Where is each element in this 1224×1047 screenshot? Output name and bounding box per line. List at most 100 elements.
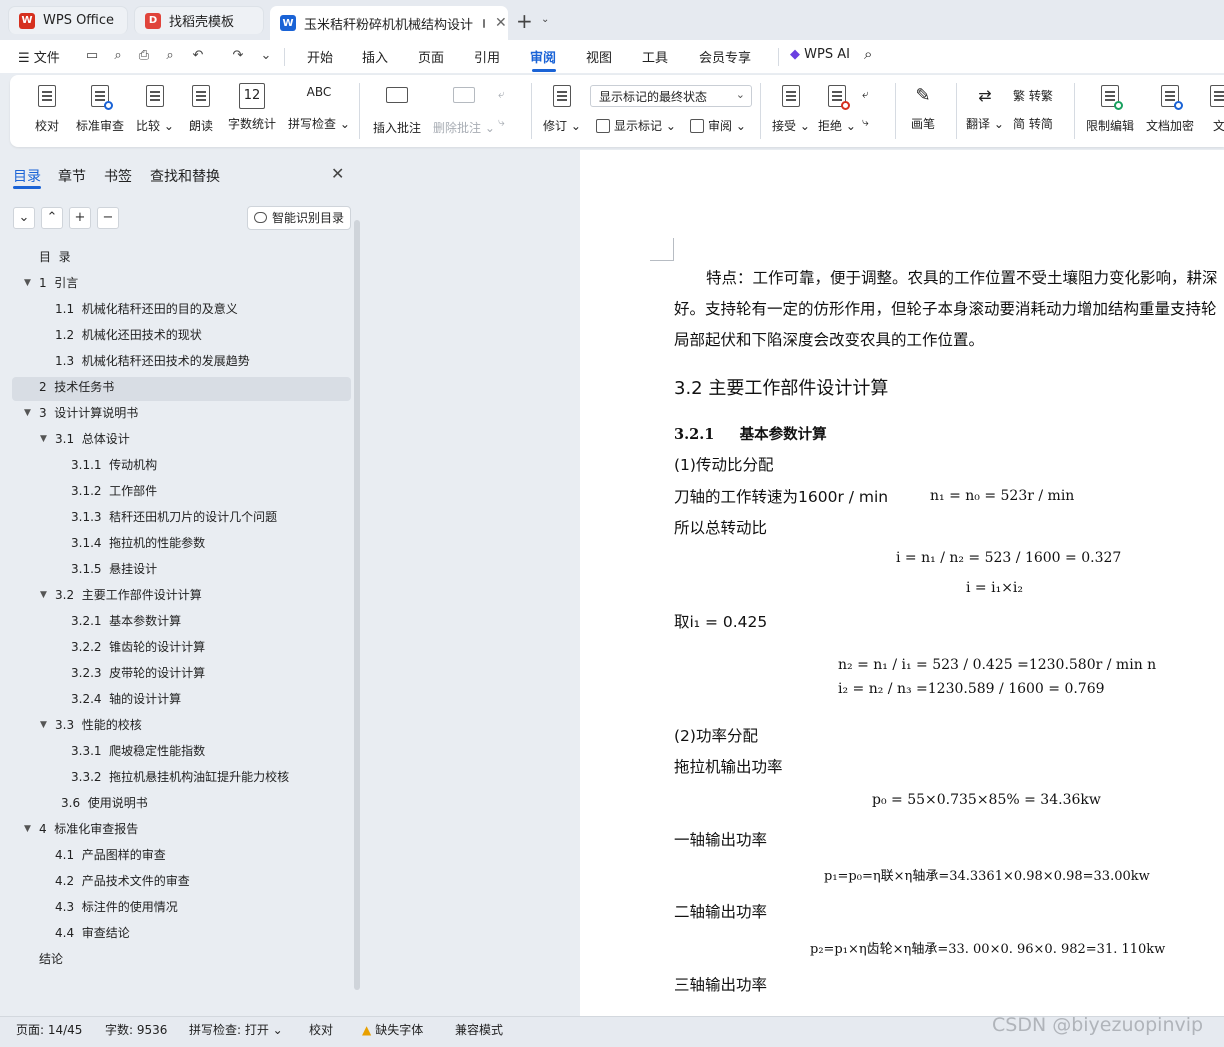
toc-item[interactable]: 3.2.1 基本参数计算 bbox=[71, 609, 181, 633]
undo-icon[interactable]: ↶ bbox=[190, 48, 206, 64]
expand-arrow-icon[interactable]: ▼ bbox=[40, 427, 47, 451]
proof-status[interactable]: 校对 bbox=[309, 1021, 333, 1038]
toc-item[interactable]: 3.3.2 拖拉机悬挂机构油缸提升能力校核 bbox=[71, 765, 289, 789]
insert-comment-button[interactable]: 插入批注 bbox=[373, 83, 421, 136]
menu-item-start[interactable]: 开始 bbox=[307, 47, 333, 66]
spell-check-button[interactable]: ABC 拼写检查 ⌄ bbox=[288, 83, 350, 132]
menu-item-page[interactable]: 页面 bbox=[418, 47, 444, 66]
expand-arrow-icon[interactable]: ▼ bbox=[24, 817, 31, 841]
toc-item[interactable]: ▼ 3.1 总体设计 bbox=[40, 427, 130, 451]
toc-item[interactable]: 3.1.4 拖拉机的性能参数 bbox=[71, 531, 205, 555]
redo-icon[interactable]: ↷ bbox=[230, 48, 246, 64]
close-tab-icon[interactable]: ✕ bbox=[495, 15, 507, 31]
nav-tab-bookmark[interactable]: 书签 bbox=[104, 166, 132, 186]
toc-item[interactable]: 3.3.1 爬坡稳定性能指数 bbox=[71, 739, 205, 763]
nav-tab-find-replace[interactable]: 查找和替换 bbox=[150, 166, 220, 186]
expand-arrow-icon[interactable]: ▼ bbox=[40, 713, 47, 737]
toc-item[interactable]: 1.2 机械化还田技术的现状 bbox=[55, 323, 202, 347]
show-markup-button[interactable]: 显示标记 ⌄ bbox=[596, 117, 676, 134]
toc-item[interactable]: 4.4 审查结论 bbox=[55, 921, 130, 945]
menu-item-insert[interactable]: 插入 bbox=[362, 47, 388, 66]
toc-item[interactable]: 目 录 bbox=[39, 245, 71, 269]
toc-item[interactable]: 3.2.2 锥齿轮的设计计算 bbox=[71, 635, 205, 659]
toc-item[interactable]: ▼ 1 引言 bbox=[24, 271, 78, 295]
word-count-button[interactable]: 12 字数统计 bbox=[228, 83, 276, 132]
smart-toc-button[interactable]: 智能识别目录 bbox=[247, 206, 351, 230]
more-quick-chevron-icon[interactable]: ⌄ bbox=[258, 48, 274, 64]
nav-scrollbar[interactable] bbox=[354, 220, 360, 990]
collapse-down-icon[interactable]: ⌄ bbox=[13, 207, 35, 229]
toc-item[interactable]: ▼ 3.3 性能的校核 bbox=[40, 713, 142, 737]
new-tab-icon[interactable]: + bbox=[516, 9, 533, 33]
toc-item[interactable]: 4.3 标注件的使用情况 bbox=[55, 895, 178, 919]
print-icon[interactable]: ⎙ bbox=[136, 48, 152, 64]
expand-arrow-icon[interactable]: ▼ bbox=[24, 401, 31, 425]
toc-item[interactable]: 1.3 机械化秸秆还田技术的发展趋势 bbox=[55, 349, 250, 373]
proofread-button[interactable]: 校对 bbox=[34, 83, 60, 134]
spell-check-toggle[interactable]: 拼写检查: 打开 ⌄ bbox=[189, 1021, 283, 1038]
prev-change-icon[interactable]: ⤶ bbox=[862, 87, 869, 102]
delete-comment-button[interactable]: 删除批注 ⌄ bbox=[433, 83, 495, 136]
word-count-indicator[interactable]: 字数: 9536 bbox=[105, 1021, 167, 1038]
add-heading-icon[interactable]: + bbox=[69, 207, 91, 229]
standard-review-button[interactable]: 标准审查 bbox=[76, 83, 124, 134]
expand-arrow-icon[interactable]: ▼ bbox=[24, 271, 31, 295]
review-pane-button[interactable]: 审阅 ⌄ bbox=[690, 117, 746, 134]
menu-item-reference[interactable]: 引用 bbox=[474, 47, 500, 66]
tab-document[interactable]: W 玉米秸秆粉碎机机械结构设计 ✕ bbox=[270, 6, 508, 40]
track-changes-button[interactable]: 修订 ⌄ bbox=[543, 83, 581, 134]
reject-button[interactable]: 拒绝 ⌄ bbox=[818, 83, 856, 134]
toc-item[interactable]: 3.1.3 秸秆还田机刀片的设计几个问题 bbox=[71, 505, 277, 529]
menu-item-view[interactable]: 视图 bbox=[586, 47, 612, 66]
toc-item[interactable]: 4.1 产品图样的审查 bbox=[55, 843, 166, 867]
markup-display-select[interactable]: 显示标记的最终状态 ⌄ bbox=[590, 85, 752, 107]
compare-button[interactable]: 比较 ⌄ bbox=[136, 83, 174, 134]
toc-item[interactable]: 3.1.1 传动机构 bbox=[71, 453, 157, 477]
toc-item[interactable]: 1.1 机械化秸秆还田的目的及意义 bbox=[55, 297, 238, 321]
menu-item-member[interactable]: 会员专享 bbox=[699, 47, 751, 66]
toc-item[interactable]: ▼ 4 标准化审查报告 bbox=[24, 817, 138, 841]
restrict-edit-button[interactable]: 限制编辑 bbox=[1086, 83, 1134, 134]
toc-item[interactable]: 2 技术任务书 bbox=[39, 375, 114, 399]
accept-button[interactable]: 接受 ⌄ bbox=[772, 83, 810, 134]
doc-rights-button[interactable]: 文 bbox=[1206, 83, 1224, 134]
tab-wps-office[interactable]: W WPS Office bbox=[8, 6, 128, 34]
prev-comment-icon[interactable]: ⤶ bbox=[498, 87, 505, 102]
to-traditional-button[interactable]: 繁 转繁 bbox=[1013, 87, 1053, 104]
toc-item[interactable]: 结论 bbox=[39, 947, 63, 971]
output-icon[interactable]: ⌕ bbox=[110, 48, 126, 64]
expand-arrow-icon[interactable]: ▼ bbox=[40, 583, 47, 607]
doc-encrypt-button[interactable]: 文档加密 bbox=[1146, 83, 1194, 134]
toc-item[interactable]: 4.2 产品技术文件的审查 bbox=[55, 869, 190, 893]
pen-button[interactable]: ✎ 画笔 bbox=[910, 83, 936, 132]
menu-item-tools[interactable]: 工具 bbox=[642, 47, 668, 66]
tab-docer-template[interactable]: D 找稻壳模板 bbox=[134, 6, 264, 34]
search-icon[interactable]: ⌕ bbox=[864, 45, 872, 63]
menu-file[interactable]: ☰ 文件 bbox=[18, 47, 60, 66]
menu-item-review[interactable]: 审阅 bbox=[530, 47, 556, 66]
toc-item[interactable]: 3.2.3 皮带轮的设计计算 bbox=[71, 661, 205, 685]
toc-item[interactable]: ▼ 3 设计计算说明书 bbox=[24, 401, 138, 425]
translate-button[interactable]: ⇄ 翻译 ⌄ bbox=[966, 83, 1004, 132]
wps-ai-button[interactable]: ◆ WPS AI bbox=[790, 47, 850, 62]
print-preview-icon[interactable]: ⌕ bbox=[162, 48, 178, 64]
next-change-icon[interactable]: ⤷ bbox=[862, 115, 869, 130]
close-icon[interactable]: ✕ bbox=[331, 164, 344, 183]
expand-up-icon[interactable]: ⌃ bbox=[41, 207, 63, 229]
screen-icon[interactable] bbox=[483, 18, 486, 28]
missing-font-status[interactable]: ▲ 缺失字体 bbox=[362, 1021, 423, 1038]
nav-tab-chapter[interactable]: 章节 bbox=[58, 166, 86, 186]
toc-item[interactable]: 3.1.2 工作部件 bbox=[71, 479, 157, 503]
nav-tab-toc[interactable]: 目录 bbox=[13, 166, 41, 186]
document-page[interactable]: 特点：工作可靠，便于调整。农具的工作位置不受土壤阻力变化影响，耕深 好。支持轮有… bbox=[580, 150, 1224, 1016]
next-comment-icon[interactable]: ⤷ bbox=[498, 115, 505, 130]
tab-list-chevron-icon[interactable]: ⌄ bbox=[541, 14, 549, 25]
toc-item[interactable]: 3.2.4 轴的设计计算 bbox=[71, 687, 181, 711]
page-indicator[interactable]: 页面: 14/45 bbox=[16, 1021, 82, 1038]
remove-heading-icon[interactable]: − bbox=[97, 207, 119, 229]
to-simplified-button[interactable]: 简 转简 bbox=[1013, 115, 1053, 132]
toc-item[interactable]: ▼ 3.2 主要工作部件设计计算 bbox=[40, 583, 202, 607]
read-aloud-button[interactable]: 朗读 bbox=[188, 83, 214, 134]
toc-item[interactable]: 3.1.5 悬挂设计 bbox=[71, 557, 157, 581]
save-icon[interactable]: ▭ bbox=[84, 48, 100, 64]
